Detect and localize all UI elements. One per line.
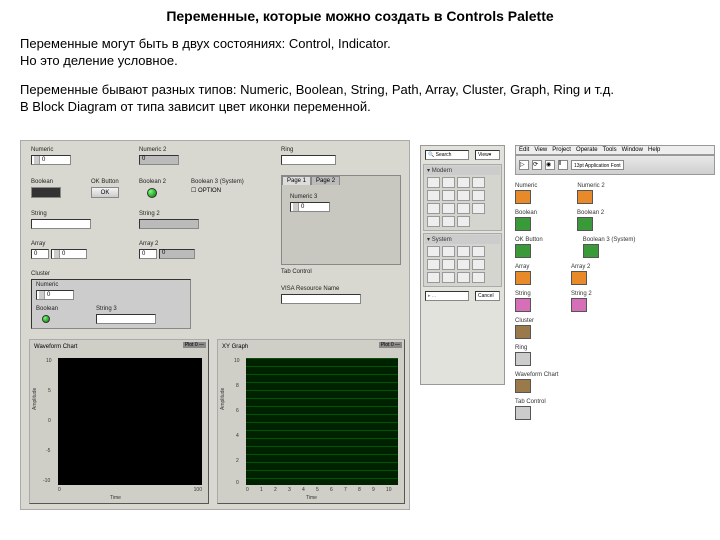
palette-cancel-button[interactable]: Cancel: [475, 291, 500, 301]
icon-boolean: [515, 217, 531, 231]
xy-xlabel: Time: [306, 495, 317, 501]
block-diagram-figure: Edit View Project Operate Tools Window H…: [515, 145, 715, 525]
tab-page1[interactable]: Page 1: [282, 176, 311, 185]
palette-system-label: System: [432, 237, 452, 243]
visa-control[interactable]: [281, 294, 361, 304]
icon-tabcontrol: [515, 406, 531, 420]
menu-window[interactable]: Window: [622, 147, 643, 153]
para2-line2: В Block Diagram от типа зависит цвет ико…: [20, 99, 700, 116]
menu-edit[interactable]: Edit: [519, 147, 529, 153]
numeric2-indicator: 0: [139, 155, 179, 165]
bd-icons-area: Numeric Numeric 2 Boolean Boolean 2 OK B…: [515, 183, 715, 420]
palette-more[interactable]: ▸ ...: [425, 291, 469, 301]
numeric2-label: Numeric 2: [139, 147, 166, 153]
para2-line1: Переменные бывают разных типов: Numeric,…: [20, 82, 700, 99]
icon-string2: [571, 298, 587, 312]
array2-index[interactable]: 0: [139, 249, 157, 259]
array2-element: 0: [159, 249, 195, 259]
paragraph-states: Переменные могут быть в двух состояниях:…: [20, 36, 391, 70]
waveform-title: Waveform Chart: [34, 344, 77, 350]
cluster-string-label: String 3: [96, 306, 117, 312]
icon-ring: [515, 352, 531, 366]
waveform-xlabel: Time: [110, 495, 121, 501]
okbutton-label: OK Button: [91, 179, 119, 185]
ring-label: Ring: [281, 147, 293, 153]
bd-toolbar: ▷ ⟳ ◉ ‖ 13pt Application Font: [515, 155, 715, 175]
para1-line2: Но это деление условное.: [20, 53, 391, 70]
run-button[interactable]: ▷: [519, 160, 529, 170]
tabcontrol-caption: Tab Control: [281, 269, 312, 275]
string-control[interactable]: [31, 219, 91, 229]
abort-button[interactable]: ◉: [545, 160, 555, 170]
boolean-label: Boolean: [31, 179, 53, 185]
xy-ylabel: Amplitude: [220, 388, 226, 410]
tab-control[interactable]: Page 1 Page 2 Numeric 3 0: [281, 175, 401, 265]
icon-array: [515, 271, 531, 285]
icon-waveform: [515, 379, 531, 393]
menu-view[interactable]: View: [534, 147, 547, 153]
cluster-frame: Numeric 0 Boolean String 3: [31, 279, 191, 329]
icon-array2: [571, 271, 587, 285]
numeric3-label: Numeric 3: [290, 194, 317, 200]
menu-tools[interactable]: Tools: [603, 147, 617, 153]
numeric3-control[interactable]: 0: [290, 202, 330, 212]
boolean2-led: [147, 188, 157, 198]
numeric-control[interactable]: 0: [31, 155, 71, 165]
waveform-ylabel: Amplitude: [32, 388, 38, 410]
waveform-legend: Plot 0 ⁓: [183, 342, 206, 348]
icon-boolean2: [577, 217, 593, 231]
boolean2-label: Boolean 2: [139, 179, 166, 185]
controls-palette-figure: 🔍 Search View▾ ▾ Modern ▾ System ▸ ... C…: [420, 145, 505, 385]
cluster-string[interactable]: [96, 314, 156, 324]
paragraph-types: Переменные бывают разных типов: Numeric,…: [20, 82, 700, 116]
menu-operate[interactable]: Operate: [576, 147, 598, 153]
boolean3-checkbox[interactable]: ☐ OPTION: [191, 187, 221, 194]
icon-cluster: [515, 325, 531, 339]
icon-numeric: [515, 190, 531, 204]
palette-system-item[interactable]: [427, 246, 440, 257]
icon-string: [515, 298, 531, 312]
string2-label: String 2: [139, 211, 160, 217]
palette-modern-section: ▾ Modern: [423, 164, 502, 231]
xy-title: XY Graph: [222, 344, 248, 350]
waveform-chart: Waveform Chart Plot 0 ⁓ Amplitude Time 1…: [29, 339, 209, 504]
cluster-bool-led: [42, 315, 50, 323]
tab-page2[interactable]: Page 2: [311, 176, 340, 185]
font-selector[interactable]: 13pt Application Font: [571, 160, 624, 170]
cluster-bool-label: Boolean: [36, 306, 58, 312]
bd-menubar: Edit View Project Operate Tools Window H…: [515, 145, 715, 155]
cluster-numeric-label: Numeric: [36, 282, 58, 288]
menu-project[interactable]: Project: [552, 147, 571, 153]
numeric-label: Numeric: [31, 147, 53, 153]
palette-modern-label: Modern: [432, 168, 452, 174]
palette-modern-item[interactable]: [427, 177, 440, 188]
xy-legend: Plot 0 ⁓: [379, 342, 402, 348]
visa-label: VISA Resource Name: [281, 286, 339, 292]
string-label: String: [31, 211, 47, 217]
palette-system-section: ▾ System: [423, 233, 502, 287]
cluster-numeric[interactable]: 0: [36, 290, 74, 300]
array2-label: Array 2: [139, 241, 158, 247]
pause-button[interactable]: ‖: [558, 160, 568, 170]
boolean3-label: Boolean 3 (System): [191, 179, 244, 185]
array-element[interactable]: 0: [51, 249, 87, 259]
run-cont-button[interactable]: ⟳: [532, 160, 542, 170]
cluster-label: Cluster: [31, 271, 50, 277]
para1-line1: Переменные могут быть в двух состояниях:…: [20, 36, 391, 53]
icon-boolean3: [583, 244, 599, 258]
palette-search[interactable]: 🔍 Search: [425, 150, 469, 160]
string2-indicator: [139, 219, 199, 229]
front-panel-figure: Numeric 0 Numeric 2 0 Ring Boolean OK Bu…: [20, 140, 410, 510]
page-title: Переменные, которые можно создать в Cont…: [0, 8, 720, 24]
icon-okbutton: [515, 244, 531, 258]
array-index[interactable]: 0: [31, 249, 49, 259]
palette-view[interactable]: View▾: [475, 150, 500, 160]
ring-control[interactable]: [281, 155, 336, 165]
icon-numeric2: [577, 190, 593, 204]
boolean-switch[interactable]: [31, 187, 61, 198]
xy-graph: XY Graph Plot 0 ⁓ Amplitude Time 10 8 6 …: [217, 339, 405, 504]
array-label: Array: [31, 241, 45, 247]
ok-button[interactable]: OK: [91, 187, 119, 198]
menu-help[interactable]: Help: [648, 147, 660, 153]
